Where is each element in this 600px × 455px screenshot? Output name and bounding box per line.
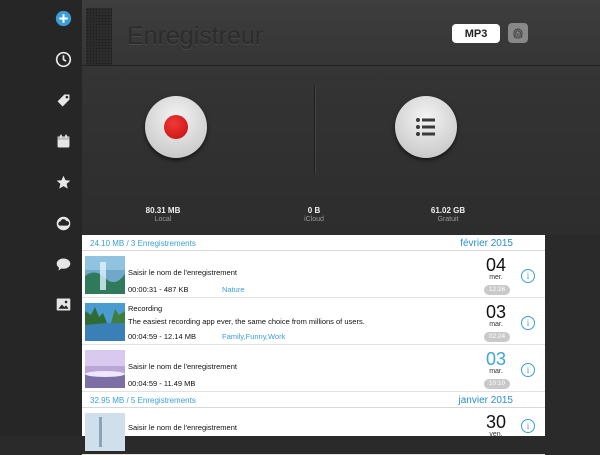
section-summary: 32.95 MB / 5 Enregistrements bbox=[90, 396, 196, 405]
stat-local-value: 80.31 MB bbox=[145, 206, 181, 215]
recording-title[interactable]: Saisir le nom de l'enregistrement bbox=[128, 423, 237, 432]
info-icon[interactable]: i bbox=[521, 316, 535, 330]
recording-title[interactable]: Saisir le nom de l'enregistrement bbox=[128, 268, 237, 277]
recording-meta: 00:00:31 - 487 KB bbox=[128, 285, 189, 294]
recording-meta: 00:04:59 - 12.14 MB bbox=[128, 332, 196, 341]
stat-local: 80.31 MB Local bbox=[113, 206, 213, 223]
recording-subtitle: The easiest recording app ever, the same… bbox=[128, 317, 365, 326]
record-button[interactable] bbox=[145, 96, 207, 158]
info-icon[interactable]: i bbox=[521, 363, 535, 377]
date-day: 03 bbox=[485, 349, 507, 369]
date-weekday: mar. bbox=[489, 368, 503, 375]
format-button[interactable]: MP3 bbox=[452, 24, 500, 43]
section-header: 24.10 MB / 3 Enregistrements février 201… bbox=[82, 235, 545, 251]
thumbnail-image bbox=[85, 350, 125, 388]
header-bar: Enregistreur MP3 bbox=[82, 0, 600, 66]
recording-duration: 00:00:31 bbox=[128, 285, 158, 294]
add-circle-icon[interactable] bbox=[55, 10, 72, 27]
date-weekday: mar. bbox=[489, 321, 503, 328]
section-month: janvier 2015 bbox=[458, 395, 513, 406]
section-summary: 24.10 MB / 3 Enregistrements bbox=[90, 239, 196, 248]
stat-free-label: Gratuit bbox=[437, 216, 459, 223]
page-title: Enregistreur bbox=[127, 22, 264, 50]
info-icon[interactable]: i bbox=[521, 419, 535, 433]
thumbnail-image bbox=[85, 303, 125, 341]
list-icon bbox=[416, 118, 435, 136]
recording-size: 11.49 MB bbox=[163, 379, 196, 388]
recording-duration: 00:04:59 bbox=[128, 379, 158, 388]
date-day: 04 bbox=[485, 255, 507, 275]
date-weekday: ven. bbox=[489, 431, 503, 438]
recording-size: 487 KB bbox=[163, 285, 189, 294]
recording-size: 12.14 MB bbox=[163, 332, 196, 341]
fingerprint-icon[interactable] bbox=[508, 23, 528, 43]
cloud-icon[interactable] bbox=[55, 215, 72, 232]
stat-icloud-label: iCloud bbox=[304, 216, 324, 223]
date-day: 03 bbox=[485, 302, 507, 322]
section-header: 32.95 MB / 5 Enregistrements janvier 201… bbox=[82, 392, 545, 408]
list-item[interactable]: Saisir le nom de l'enregistrement 00:04:… bbox=[82, 346, 545, 392]
time-badge: 02:24 bbox=[484, 332, 510, 342]
date-day: 30 bbox=[485, 412, 507, 432]
stat-local-label: Local bbox=[154, 216, 172, 223]
stat-icloud: 0 B iCloud bbox=[264, 206, 364, 223]
time-badge: 10:10 bbox=[484, 379, 510, 389]
thumbnail-image bbox=[85, 413, 125, 451]
record-icon bbox=[164, 115, 188, 139]
recordings-list: 24.10 MB / 3 Enregistrements février 201… bbox=[82, 235, 545, 455]
recording-tags[interactable]: Family,Funny,Work bbox=[222, 332, 285, 341]
calendar-icon[interactable] bbox=[55, 133, 72, 150]
list-item[interactable]: Recording The easiest recording app ever… bbox=[82, 299, 545, 345]
stat-free: 61.02 GB Gratuit bbox=[398, 206, 498, 223]
recorder-panel: Enregistreur MP3 80.31 MB Local 0 B iClo… bbox=[82, 0, 600, 235]
sidebar bbox=[0, 0, 82, 436]
recording-title[interactable]: Saisir le nom de l'enregistrement bbox=[128, 362, 237, 371]
panel-divider bbox=[314, 86, 315, 174]
right-gutter bbox=[545, 235, 600, 436]
image-icon[interactable] bbox=[55, 296, 72, 313]
star-icon[interactable] bbox=[55, 174, 72, 191]
stat-icloud-value: 0 B bbox=[307, 206, 321, 215]
recording-tags[interactable]: Nature bbox=[222, 285, 245, 294]
time-badge: 12:26 bbox=[484, 285, 510, 295]
recordings-list-button[interactable] bbox=[395, 96, 457, 158]
list-item[interactable]: Saisir le nom de l'enregistrement 30 ven… bbox=[82, 409, 545, 455]
thumbnail-image bbox=[85, 256, 125, 294]
stat-free-value: 61.02 GB bbox=[430, 206, 466, 215]
info-icon[interactable]: i bbox=[521, 269, 535, 283]
recording-meta: 00:04:59 - 11.49 MB bbox=[128, 379, 196, 388]
recording-title[interactable]: Recording bbox=[128, 304, 162, 313]
tag-icon[interactable] bbox=[55, 92, 72, 109]
drag-handle[interactable] bbox=[86, 8, 112, 65]
recording-duration: 00:04:59 bbox=[128, 332, 158, 341]
clock-icon[interactable] bbox=[55, 51, 72, 68]
chat-bubble-icon[interactable] bbox=[55, 256, 72, 273]
list-item[interactable]: Saisir le nom de l'enregistrement 00:00:… bbox=[82, 252, 545, 298]
date-weekday: mer. bbox=[489, 274, 503, 281]
section-month: février 2015 bbox=[460, 238, 513, 249]
